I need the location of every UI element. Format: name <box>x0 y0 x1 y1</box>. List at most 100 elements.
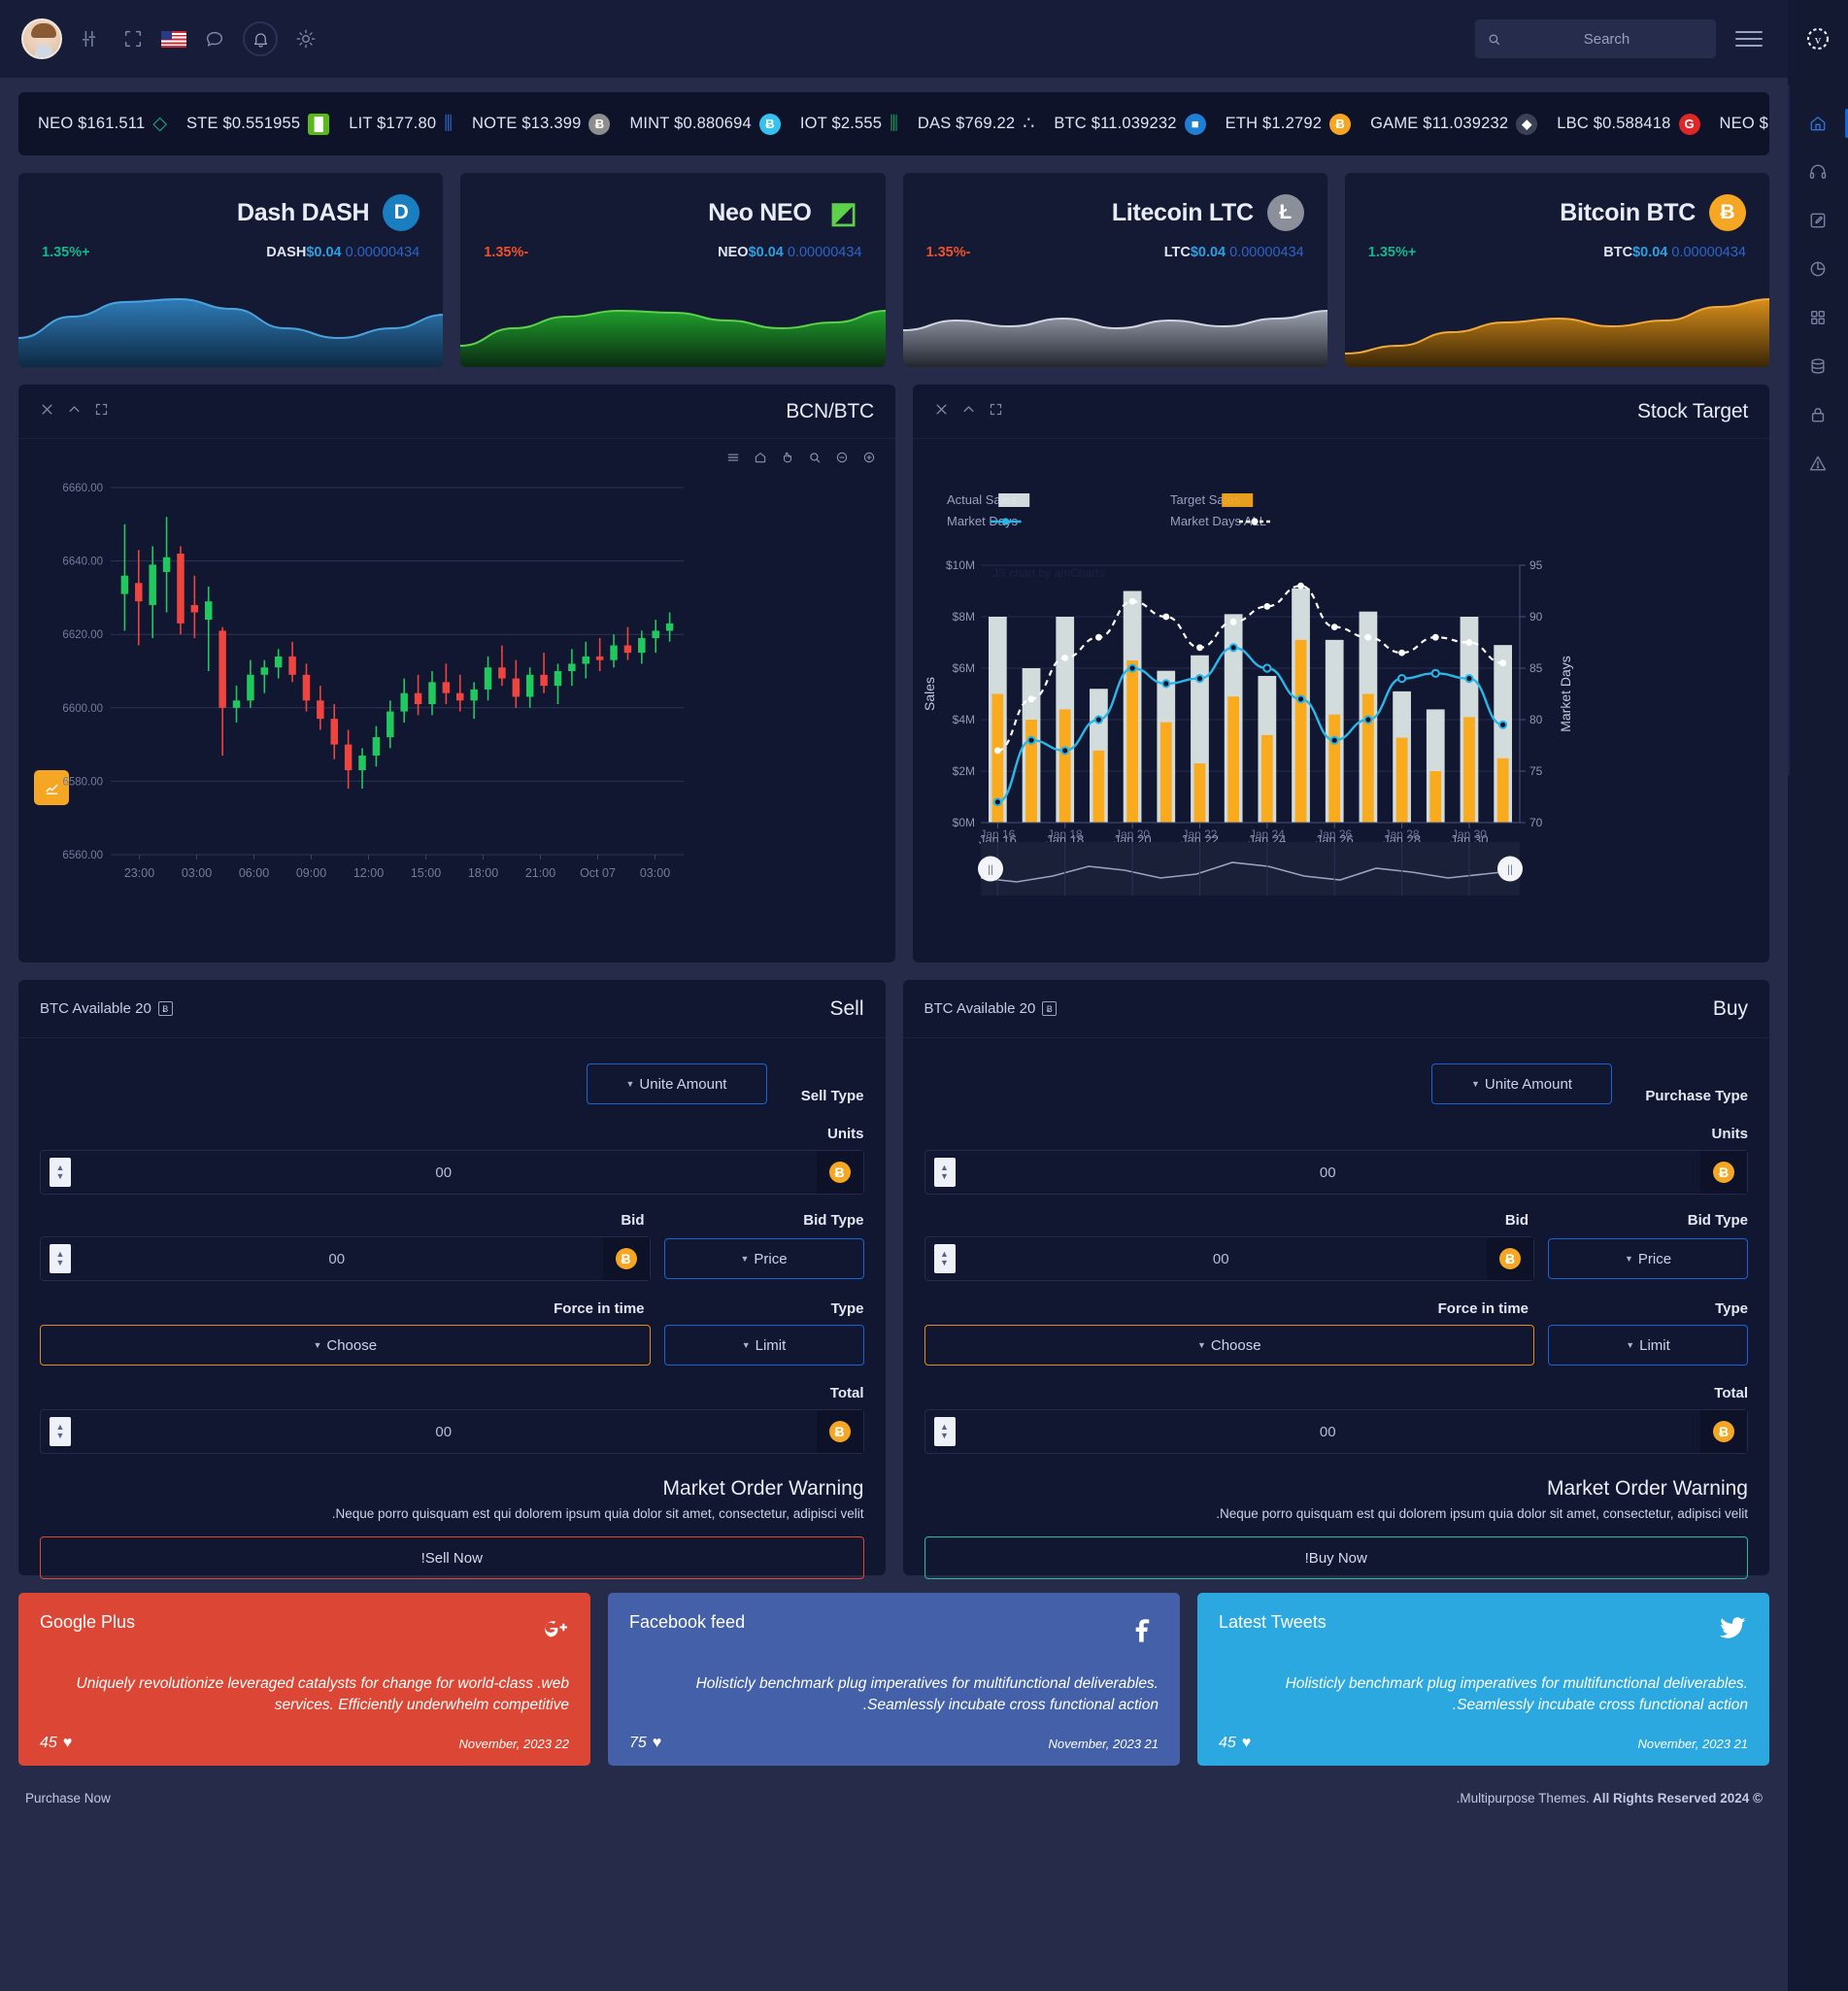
chevron-down-icon: ▼ <box>740 1254 750 1264</box>
coin-card[interactable]: Litecoin LTC Ł 1.35%- LTC$0.04 0.00000434 <box>902 173 1327 367</box>
likes-count: 45 <box>40 1735 57 1751</box>
sidebar-item-apps[interactable] <box>1788 293 1848 342</box>
units-label: Units <box>827 1126 864 1142</box>
ticker-item[interactable]: DAS $769.22 ∴ <box>908 113 1044 135</box>
bid-stepper[interactable]: ▲ ▼ <box>933 1244 956 1273</box>
coin-card-price: LTC$0.04 0.00000434 <box>1164 245 1304 260</box>
coin-card-icon: ◩ <box>829 196 857 229</box>
coin-card-price: NEO$0.04 0.00000434 <box>718 245 861 260</box>
buy-now-button[interactable]: !Buy Now <box>924 1536 1748 1579</box>
svg-text:95: 95 <box>1529 558 1543 572</box>
coin-card-header: Neo NEO ◩ <box>460 173 885 231</box>
social-card-likes[interactable]: 75 ♥ <box>629 1735 661 1752</box>
ticker-item[interactable]: ETH $1.2792 Ƀ <box>1216 113 1361 135</box>
buy-panel-title: Buy <box>1712 996 1748 1020</box>
order-type-select[interactable]: ▼ Limit <box>1548 1325 1748 1366</box>
units-stepper[interactable]: ▲ ▼ <box>933 1158 956 1187</box>
bitcoin-icon: Ƀ <box>157 1001 173 1016</box>
ticker-item[interactable]: LBC $0.588418 G <box>1547 113 1709 135</box>
social-card-likes[interactable]: 45 ♥ <box>1219 1735 1251 1752</box>
total-input[interactable]: ▲ ▼ 00 Ƀ <box>40 1409 864 1454</box>
ticker-item[interactable]: MINT $0.880694 Ƀ <box>620 113 790 135</box>
ticker-item[interactable]: NEO $161.511◇ <box>18 113 177 135</box>
coin-card-change: 1.35%+ <box>1367 245 1417 260</box>
expand-icon[interactable] <box>94 402 109 422</box>
sidebar-item-analytics[interactable] <box>1788 245 1848 293</box>
social-card[interactable]: Latest Tweets Holisticly benchmark plug i… <box>1197 1593 1769 1766</box>
avatar[interactable] <box>21 18 62 59</box>
bid-input[interactable]: ▲ ▼ 00 Ƀ <box>40 1236 651 1281</box>
ticker-label: LIT $177.80 <box>349 115 437 132</box>
total-stepper[interactable]: ▲ ▼ <box>933 1417 956 1446</box>
brightness-icon[interactable] <box>291 24 320 53</box>
sliders-icon[interactable] <box>76 24 105 53</box>
buy-warning-title: Market Order Warning <box>1547 1477 1748 1500</box>
app-logo[interactable]: v <box>1788 0 1848 78</box>
svg-text:v: v <box>1815 33 1822 47</box>
ticker-item[interactable]: NOTE $13.399 Ƀ <box>462 113 620 135</box>
purchase-type-select[interactable]: ▼ Unite Amount <box>1431 1063 1612 1104</box>
flag-us-icon[interactable] <box>161 30 186 48</box>
units-input[interactable]: ▲ ▼ 00 Ƀ <box>40 1150 864 1195</box>
order-type-select[interactable]: ▼ Limit <box>663 1325 864 1366</box>
chat-icon[interactable] <box>200 24 229 53</box>
sell-type-select[interactable]: ▼ Unite Amount <box>586 1063 767 1104</box>
units-input[interactable]: ▲ ▼ 00 Ƀ <box>924 1150 1748 1195</box>
sidebar-item-edit[interactable] <box>1788 196 1848 245</box>
units-stepper[interactable]: ▲ ▼ <box>50 1158 71 1187</box>
coin-card[interactable]: Dash DASH D 1.35%+ DASH$0.04 0.00000434 <box>18 173 444 367</box>
fullscreen-icon[interactable] <box>118 24 148 53</box>
coin-icon: ∴ <box>1023 114 1035 134</box>
sidebar-item-security[interactable] <box>1788 390 1848 439</box>
google-plus-icon <box>538 1612 569 1648</box>
svg-text:Jan 20: Jan 20 <box>1115 827 1150 841</box>
ticker-item[interactable]: BTC $11.039232 ■ <box>1044 113 1215 135</box>
sidebar-item-database[interactable] <box>1788 342 1848 390</box>
coin-card[interactable]: Neo NEO ◩ 1.35%- NEO$0.04 0.00000434 <box>460 173 886 367</box>
buy-available-label: BTC Available 20 <box>924 1000 1036 1017</box>
social-card-likes[interactable]: 45 ♥ <box>40 1735 72 1752</box>
menu-toggle-icon[interactable] <box>1735 31 1763 47</box>
svg-text:Jan 22: Jan 22 <box>1182 827 1217 841</box>
social-card-date: November, 2023 22 <box>458 1736 569 1751</box>
close-icon[interactable] <box>40 402 54 422</box>
ticker-item[interactable]: IOT $2.555 ⫼ <box>790 114 908 135</box>
purchase-now-link[interactable]: Purchase Now <box>25 1791 111 1805</box>
main-content: NEO $161.511 ◇ STE $0.551955 █ LIT $177.80 ⫼ N… <box>0 78 1788 1991</box>
ticker-item[interactable]: STE $0.551955 █ <box>177 113 339 135</box>
social-card[interactable]: Google Plus Uniquely revolutionize levera… <box>18 1593 590 1766</box>
coin-card-btc: 0.00000434 <box>1229 245 1304 260</box>
force-value: Choose <box>326 1336 378 1354</box>
sell-now-button[interactable]: !Sell Now <box>40 1536 864 1579</box>
total-stepper[interactable]: ▲ ▼ <box>50 1417 71 1446</box>
sidebar-item-home[interactable] <box>1788 99 1848 148</box>
social-card[interactable]: Facebook feed Holisticly benchmark plug i… <box>608 1593 1180 1766</box>
search-box[interactable] <box>1475 19 1716 58</box>
total-input[interactable]: ▲ ▼ 00 Ƀ <box>924 1409 1748 1454</box>
ticker-item[interactable]: NEO $161.511◇ <box>1710 113 1769 135</box>
price-ticker[interactable]: NEO $161.511 ◇ STE $0.551955 █ LIT $177.80 ⫼ N… <box>18 92 1769 155</box>
bid-type-label: Bid Type <box>1687 1212 1748 1229</box>
bid-stepper[interactable]: ▲ ▼ <box>50 1244 71 1273</box>
close-icon[interactable] <box>934 402 949 422</box>
ticker-item[interactable]: GAME $11.039232 ◆ <box>1361 113 1547 135</box>
ticker-item[interactable]: LIT $177.80 ⫼ <box>339 114 462 135</box>
search-input[interactable] <box>1509 30 1704 48</box>
copyright: .Multipurpose Themes. All Rights Reserve… <box>1457 1791 1763 1805</box>
order-type-label: Type <box>1715 1300 1748 1317</box>
bid-type-select[interactable]: ▼ Price <box>663 1238 864 1279</box>
collapse-icon[interactable] <box>67 402 82 422</box>
expand-icon[interactable] <box>989 402 1003 422</box>
bid-input[interactable]: ▲ ▼ 00 Ƀ <box>924 1236 1534 1281</box>
bitcoin-icon: Ƀ <box>1042 1001 1058 1016</box>
buy-form: ▼ Unite Amount Purchase Type Units ▲ ▼ 00… <box>903 1038 1770 1579</box>
bell-icon[interactable] <box>243 21 278 56</box>
coin-card[interactable]: Bitcoin BTC Ƀ 1.35%+ BTC$0.04 0.00000434 <box>1344 173 1769 367</box>
bid-type-select[interactable]: ▼ Price <box>1548 1238 1748 1279</box>
force-in-time-select[interactable]: ▼ Choose <box>924 1325 1534 1366</box>
svg-text:90: 90 <box>1529 610 1543 624</box>
force-in-time-select[interactable]: ▼ Choose <box>40 1325 651 1366</box>
coin-card-row: Dash DASH D 1.35%+ DASH$0.04 0.00000434 Neo … <box>0 155 1788 367</box>
sidebar-item-support[interactable] <box>1788 148 1848 196</box>
collapse-icon[interactable] <box>961 402 976 422</box>
